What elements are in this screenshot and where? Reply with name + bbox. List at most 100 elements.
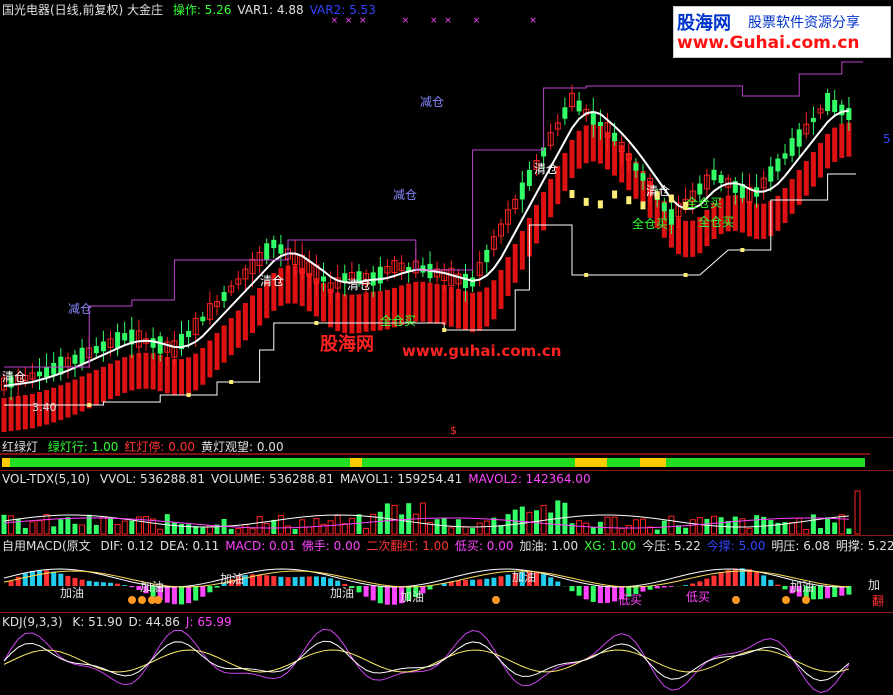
macd-histogram-bar	[768, 579, 774, 586]
macd-histogram-bar	[271, 576, 277, 586]
trend-band-bar	[789, 179, 795, 214]
volume-bar	[505, 514, 511, 534]
flame-icon	[154, 596, 162, 604]
trend-band-bar	[58, 385, 64, 421]
trade-annotation-4: 全仓买	[380, 314, 417, 328]
candle-body	[37, 371, 42, 377]
macd-histogram-bar	[605, 586, 610, 603]
trend-band-bar	[761, 203, 767, 239]
macd-indicator-8: 今压: 5.22	[642, 539, 701, 553]
yellow-candle	[640, 201, 646, 210]
volume-bar	[562, 502, 568, 534]
macd-histogram-bar	[484, 578, 490, 586]
volume-bar	[483, 520, 490, 535]
volume-bar	[803, 528, 810, 535]
macd-histogram-bar	[661, 586, 667, 588]
main-indicator-2: VAR2: 5.53	[309, 3, 376, 17]
trend-band-bar	[484, 287, 490, 327]
yellow-candle	[569, 190, 575, 199]
candle-body	[264, 243, 270, 260]
main-chart-header: 国光电器(日线,前复权) 大金庄 操作: 5.26 VAR1: 4.88 VAR2:…	[2, 3, 388, 17]
candle-body	[562, 107, 568, 119]
macd-histogram-bar	[179, 586, 184, 605]
volume-bar	[704, 518, 710, 534]
candle-body	[832, 100, 838, 112]
vol-indicator-1: VOLUME: 536288.81	[210, 472, 334, 486]
trend-band-bar	[825, 134, 831, 169]
volume-bar	[640, 518, 646, 535]
trend-band-bar	[108, 363, 113, 400]
trend-band-bar	[441, 285, 447, 325]
support-marker	[740, 248, 745, 252]
macd-histogram-bar	[100, 582, 106, 586]
volume-panel[interactable]: VOL-TDX(5,10) VVOL: 536288.81 VOLUME: 536…	[0, 471, 893, 535]
macd-histogram-bar	[370, 586, 376, 601]
volume-bar	[448, 527, 455, 535]
volume-bar	[242, 524, 249, 535]
volume-bar	[121, 520, 128, 535]
top-x-marker: ×	[331, 16, 339, 26]
macd-panel-title: 自用MACD(原文	[2, 539, 91, 553]
candle-body	[576, 100, 582, 112]
vol-panel-values: VVOL: 536288.81 VOLUME: 536288.81 MAVOL1: …	[100, 472, 597, 486]
support-marker	[314, 321, 319, 325]
candle-body	[72, 354, 78, 364]
support-marker	[186, 393, 191, 397]
trend-band-bar	[214, 333, 220, 370]
trend-band-bar	[349, 294, 355, 334]
macd-histogram-bar	[313, 576, 319, 586]
logo-slogan-text: 股票软件资源分享	[748, 15, 860, 31]
main-indicator-values: 操作: 5.26 VAR1: 4.88 VAR2: 5.53	[173, 3, 382, 17]
candle-body	[484, 249, 490, 263]
candle-body	[825, 93, 831, 111]
macd-signal-0: 加油	[60, 586, 85, 600]
volume-bar	[810, 514, 816, 534]
volume-bar	[157, 528, 164, 535]
volume-bar	[718, 517, 724, 534]
kdj-panel[interactable]: KDJ(9,3,3) K: 51.90 D: 44.86 J: 65.99	[0, 613, 893, 695]
trend-band-bar	[228, 318, 234, 356]
trend-band-bar	[1, 398, 7, 432]
support-marker	[87, 403, 92, 407]
volume-bar	[271, 519, 277, 534]
macd-panel[interactable]: 自用MACD(原文 DIF: 0.12 DEA: 0.11 MACD: 0.01 佛手…	[0, 536, 893, 612]
volume-bar	[476, 522, 483, 535]
candle-body	[150, 338, 156, 348]
trend-band-bar	[683, 220, 689, 258]
macd-histogram-bar	[299, 576, 305, 586]
macd-signal-4: 加油	[400, 590, 425, 604]
trend-band-bar	[15, 396, 21, 431]
top-x-marker: ×	[444, 16, 452, 26]
macd-histogram-bar	[51, 571, 57, 586]
low-price-marker: 3.40	[32, 401, 57, 414]
macd-histogram-bar	[122, 585, 128, 586]
trend-band-bar	[754, 203, 760, 239]
light-bar-green	[2, 458, 865, 467]
trend-band-bar	[775, 195, 781, 231]
candlestick-chart[interactable]: × × × × × × × ×	[0, 0, 893, 437]
macd-signal-5: 加油	[512, 570, 537, 584]
candle-body	[44, 366, 50, 378]
volume-bar	[618, 527, 625, 535]
candle-body	[846, 108, 852, 120]
trade-annotation-1: 减仓	[68, 302, 93, 316]
macd-indicator-11: 明撑: 5.22	[835, 539, 893, 553]
macd-histogram-bar	[93, 581, 99, 586]
trend-band-bar	[207, 340, 213, 378]
traffic-light-panel[interactable]: 红绿灯 绿灯行: 1.00 红灯停: 0.00 黄灯观望: 0.00	[0, 438, 893, 470]
macd-histogram-bar	[306, 576, 312, 586]
volume-bar	[470, 528, 476, 534]
macd-lowbuy-0: 低买	[618, 593, 643, 607]
macd-histogram-bar	[718, 572, 724, 586]
macd-histogram-bar	[761, 575, 767, 586]
macd-indicator-1: DEA: 0.11	[159, 539, 220, 553]
flame-icon	[492, 596, 500, 604]
volume-bar	[341, 523, 348, 535]
trend-band-bar	[250, 295, 255, 333]
light-bar-yellow	[640, 458, 666, 467]
macd-histogram-bar	[775, 584, 781, 586]
macd-histogram-bar	[590, 586, 596, 602]
volume-bar	[179, 523, 184, 534]
main-chart-panel[interactable]: × × × × × × × × 国光电器(日线,前复权) 大金庄 操作: 5.26 VAR1: …	[0, 0, 893, 437]
candle-body	[718, 175, 724, 183]
